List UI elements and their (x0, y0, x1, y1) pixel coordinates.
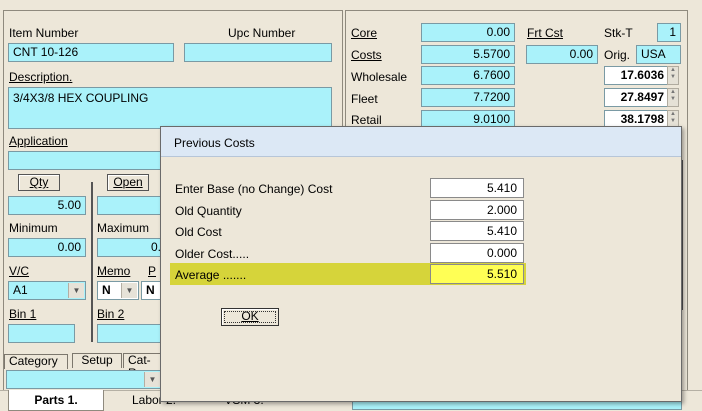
older-cost-field[interactable]: 0.000 (430, 243, 524, 263)
stk-t-label: Stk-T (604, 26, 633, 40)
description-field[interactable]: 3/4X3/8 HEX COUPLING (8, 87, 332, 129)
tab-category[interactable]: Category (4, 354, 68, 369)
fleet-spinner[interactable]: ▲ ▼ (667, 88, 679, 107)
item-number-field[interactable]: CNT 10-126 (8, 43, 174, 62)
wholesale-field[interactable]: 6.7600 (421, 66, 515, 85)
fleet-field[interactable]: 7.7200 (421, 88, 515, 107)
open-button[interactable]: Open (107, 174, 149, 191)
memo-dropdown[interactable]: N ▼ (97, 281, 139, 300)
frt-cst-label: Frt Cst (527, 26, 563, 40)
column-divider (91, 182, 93, 342)
core-label: Core (351, 26, 378, 40)
base-cost-field[interactable]: 5.410 (430, 178, 524, 198)
minimum-field[interactable]: 0.00 (8, 238, 86, 257)
application-field[interactable] (8, 151, 162, 170)
description-label: Description. (9, 70, 73, 84)
upc-number-label: Upc Number (228, 26, 296, 40)
dialog-title: Previous Costs (161, 127, 681, 157)
vc-value: A1 (13, 283, 28, 297)
maximum-label: Maximum (97, 221, 150, 235)
po-label: P (148, 264, 157, 278)
orig-label: Orig. (604, 48, 631, 62)
wholesale-spinner[interactable]: ▲ ▼ (667, 66, 679, 85)
average-label: Average ....... (175, 268, 247, 282)
chevron-down-icon[interactable]: ▼ (144, 372, 160, 387)
ok-button[interactable]: OK (221, 308, 279, 326)
bin2-label: Bin 2 (97, 307, 125, 321)
item-number-label: Item Number (9, 26, 79, 40)
bin2-field[interactable] (97, 324, 162, 343)
chevron-down-icon[interactable]: ▼ (121, 283, 137, 298)
tab-cat-r[interactable]: Cat-R (123, 353, 163, 380)
orig-field[interactable]: USA (636, 45, 681, 64)
application-label: Application (9, 134, 68, 148)
average-field[interactable]: 5.510 (430, 264, 524, 284)
open-field[interactable] (97, 196, 162, 215)
category-dropdown[interactable]: ▼ (6, 370, 162, 389)
old-cost-label: Old Cost (175, 225, 222, 239)
base-cost-label: Enter Base (no Change) Cost (175, 182, 333, 196)
memo-label: Memo (97, 264, 131, 278)
fleet-percent-field[interactable]: 27.8497 (604, 88, 669, 107)
po-value: N (146, 283, 155, 297)
wholesale-percent-field[interactable]: 17.6036 (604, 66, 669, 85)
bin1-label: Bin 1 (9, 307, 37, 321)
older-cost-label: Older Cost..... (175, 247, 250, 261)
tab-parts[interactable]: Parts 1. (8, 390, 104, 411)
old-quantity-field[interactable]: 2.000 (430, 200, 524, 220)
qty-field[interactable]: 5.00 (8, 196, 86, 215)
frt-cst-field[interactable]: 0.00 (526, 45, 598, 64)
qty-button[interactable]: Qty (18, 174, 60, 191)
previous-costs-dialog: Previous Costs Enter Base (no Change) Co… (160, 126, 682, 402)
vc-dropdown[interactable]: A1 ▼ (8, 281, 86, 300)
tab-setup[interactable]: Setup (72, 353, 122, 368)
core-field[interactable]: 0.00 (421, 23, 515, 42)
fleet-label: Fleet (351, 92, 378, 106)
minimum-label: Minimum (9, 221, 58, 235)
old-cost-field[interactable]: 5.410 (430, 221, 524, 241)
bin1-field[interactable] (8, 324, 75, 343)
upc-number-field[interactable] (184, 43, 332, 62)
old-quantity-label: Old Quantity (175, 204, 242, 218)
stk-t-field[interactable]: 1 (657, 23, 681, 42)
po-dropdown[interactable]: N (141, 281, 162, 300)
memo-value: N (102, 283, 111, 297)
costs-field[interactable]: 5.5700 (421, 45, 515, 64)
vc-label: V/C (9, 264, 30, 278)
wholesale-label: Wholesale (351, 70, 408, 84)
costs-label: Costs (351, 48, 382, 62)
maximum-field[interactable]: 0. (97, 238, 162, 257)
retail-label: Retail (351, 113, 382, 127)
chevron-down-icon[interactable]: ▼ (68, 283, 84, 298)
